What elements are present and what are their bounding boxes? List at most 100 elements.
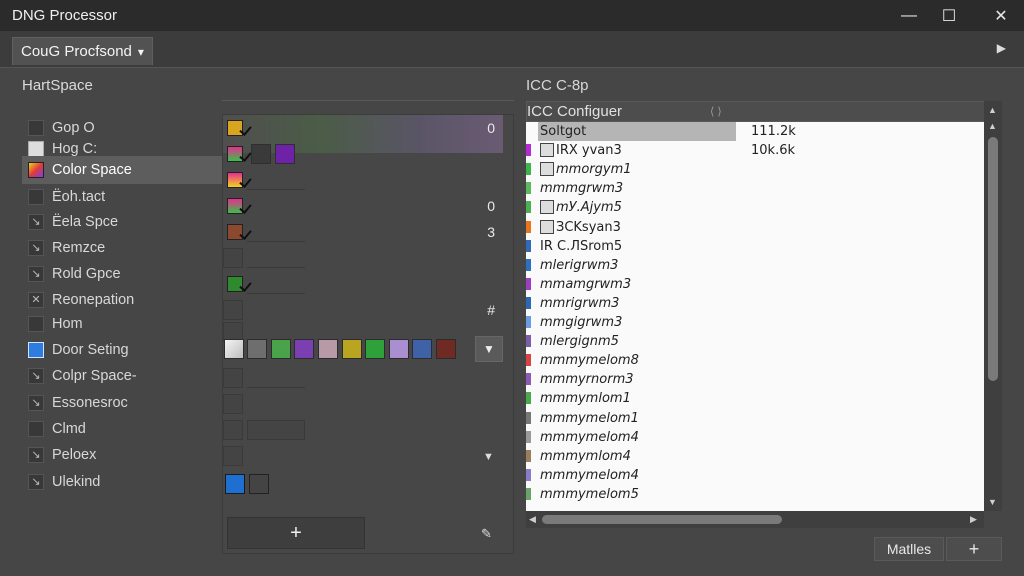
color-swatch[interactable]	[294, 339, 314, 359]
setting-row[interactable]	[223, 271, 513, 297]
scroll-down-icon[interactable]: ▼	[988, 497, 997, 507]
swatch[interactable]	[275, 144, 295, 164]
list-item[interactable]: ✕ Reonepation	[22, 287, 222, 313]
icc-profile-row[interactable]: mmrigrwm3	[526, 294, 984, 313]
list-item[interactable]: ↘ Rold Gpce	[22, 261, 222, 287]
add-button[interactable]: +	[227, 517, 365, 549]
profile-checkbox[interactable]	[540, 143, 554, 158]
close-button[interactable]: ✕	[978, 0, 1024, 31]
setting-row[interactable]	[223, 167, 513, 193]
list-item[interactable]: ↘ Ulekind	[22, 469, 222, 495]
color-swatch[interactable]	[365, 339, 385, 359]
color-swatch[interactable]	[412, 339, 432, 359]
profile-checkbox[interactable]	[540, 219, 554, 234]
scroll-up-icon[interactable]: ▲	[988, 121, 997, 131]
list-item[interactable]: ↘ Essonesroc	[22, 390, 222, 416]
matches-button[interactable]: Matlles	[874, 537, 944, 561]
icc-profile-row[interactable]: mmmymlom4	[526, 447, 984, 466]
list-item[interactable]: Hom	[22, 311, 222, 337]
icc-profile-row[interactable]: mmmymelom8	[526, 351, 984, 370]
setting-row[interactable]: 3	[223, 219, 513, 245]
setting-row[interactable]: 0	[223, 193, 513, 219]
profile-color-marker	[526, 296, 531, 309]
icc-profile-row[interactable]: mmmyrnorm3	[526, 370, 984, 389]
icc-profile-row[interactable]: mmmymelom4	[526, 428, 984, 447]
color-swatch[interactable]	[436, 339, 456, 359]
chevron-down-icon[interactable]: ▼	[483, 451, 494, 463]
setting-row[interactable]	[223, 245, 513, 271]
icc-profile-row[interactable]: mmmymlom1	[526, 389, 984, 408]
checkbox[interactable]	[227, 224, 243, 240]
icc-profile-row[interactable]: mmorgym1	[526, 160, 984, 179]
setting-row[interactable]	[223, 141, 513, 167]
swatch[interactable]	[223, 300, 243, 320]
color-swatch[interactable]	[318, 339, 338, 359]
vertical-scrollbar[interactable]: ▲ ▲ ▼	[984, 101, 1002, 511]
scroll-up-icon[interactable]: ▲	[988, 105, 997, 115]
color-swatch[interactable]	[389, 339, 409, 359]
list-item[interactable]: ↘ Remzce	[22, 235, 222, 261]
horizontal-scrollbar[interactable]: ◀ ▶	[526, 511, 984, 528]
setting-row[interactable]	[223, 365, 513, 391]
setting-row[interactable]	[223, 443, 513, 469]
add-profile-button[interactable]: +	[946, 537, 1002, 561]
icc-profile-row[interactable]: mmmymelom4	[526, 466, 984, 485]
icc-profile-row[interactable]: mlergignm5	[526, 332, 984, 351]
icc-profile-list: Soltgot 111.2k IRX yvan3 10k.6k mmorgym1 mmmg…	[526, 122, 984, 511]
swatch[interactable]	[223, 248, 243, 268]
icc-profile-row[interactable]: mmmymelom5	[526, 485, 984, 504]
scroll-left-icon[interactable]: ◀	[529, 514, 536, 525]
icc-profile-row[interactable]: ЗCKsyan3	[526, 218, 984, 237]
swatch[interactable]	[223, 368, 243, 388]
scroll-thumb[interactable]	[542, 515, 782, 524]
checkbox[interactable]	[227, 198, 243, 214]
color-swatch[interactable]	[247, 339, 267, 359]
swatch[interactable]	[225, 474, 245, 494]
swatch[interactable]	[249, 474, 269, 494]
icc-profile-row[interactable]: mmmymelom1	[526, 409, 984, 428]
list-item[interactable]: ↘ Ёela Spce	[22, 209, 222, 235]
swatch[interactable]	[223, 420, 243, 440]
edit-icon[interactable]: ✎	[481, 526, 492, 542]
setting-row[interactable]	[223, 417, 513, 443]
icc-profile-row[interactable]: mmmgrwm3	[526, 179, 984, 198]
swatch[interactable]	[251, 144, 271, 164]
list-item[interactable]: Ёoh.tact	[22, 184, 222, 210]
scroll-right-icon[interactable]: ▶	[970, 514, 977, 525]
icc-profile-row[interactable]: IRX yvan3 10k.6k	[526, 141, 984, 160]
color-swatch[interactable]	[224, 339, 244, 359]
icc-profile-row[interactable]: Soltgot 111.2k	[526, 122, 984, 141]
setting-row[interactable]: 0	[223, 115, 513, 141]
scroll-thumb[interactable]	[988, 137, 998, 381]
setting-row[interactable]	[223, 471, 513, 497]
list-item[interactable]: Door Seting	[22, 337, 222, 363]
list-item-selected[interactable]: Color Space	[22, 156, 222, 184]
processor-dropdown[interactable]: CouG Procfsond ▾	[12, 37, 153, 65]
checkbox[interactable]	[227, 120, 243, 136]
icc-profile-row[interactable]: mlerigrwm3	[526, 256, 984, 275]
icc-profile-row[interactable]: mУ.Ajym5	[526, 198, 984, 217]
setting-row[interactable]	[223, 391, 513, 417]
checkbox[interactable]	[227, 276, 243, 292]
profile-checkbox[interactable]	[540, 162, 554, 177]
play-icon[interactable]: ▶	[997, 41, 1006, 55]
column-resize-icon[interactable]: ⟨ ⟩	[710, 105, 722, 118]
profile-name: mmamgrwm3	[540, 276, 632, 292]
icc-profile-row[interactable]: mmgigrwm3	[526, 313, 984, 332]
checkbox[interactable]	[227, 146, 243, 162]
list-item[interactable]: ↘ Peloex	[22, 442, 222, 468]
color-swatch[interactable]	[342, 339, 362, 359]
list-item[interactable]: Clmd	[22, 416, 222, 442]
profile-checkbox[interactable]	[540, 200, 554, 215]
swatch[interactable]	[223, 446, 243, 466]
color-swatch[interactable]	[271, 339, 291, 359]
list-item[interactable]: ↘ Colpr Space-	[22, 363, 222, 389]
maximize-button[interactable]: ☐	[926, 0, 972, 31]
icc-profile-row[interactable]: IR C.ЛSrom5	[526, 237, 984, 256]
swatch-dropdown-button[interactable]: ▼	[475, 336, 503, 362]
swatch[interactable]	[223, 394, 243, 414]
list-item-label: Door Seting	[52, 342, 129, 358]
checkbox[interactable]	[227, 172, 243, 188]
icc-profile-row[interactable]: mmamgrwm3	[526, 275, 984, 294]
value-field[interactable]	[247, 420, 305, 440]
